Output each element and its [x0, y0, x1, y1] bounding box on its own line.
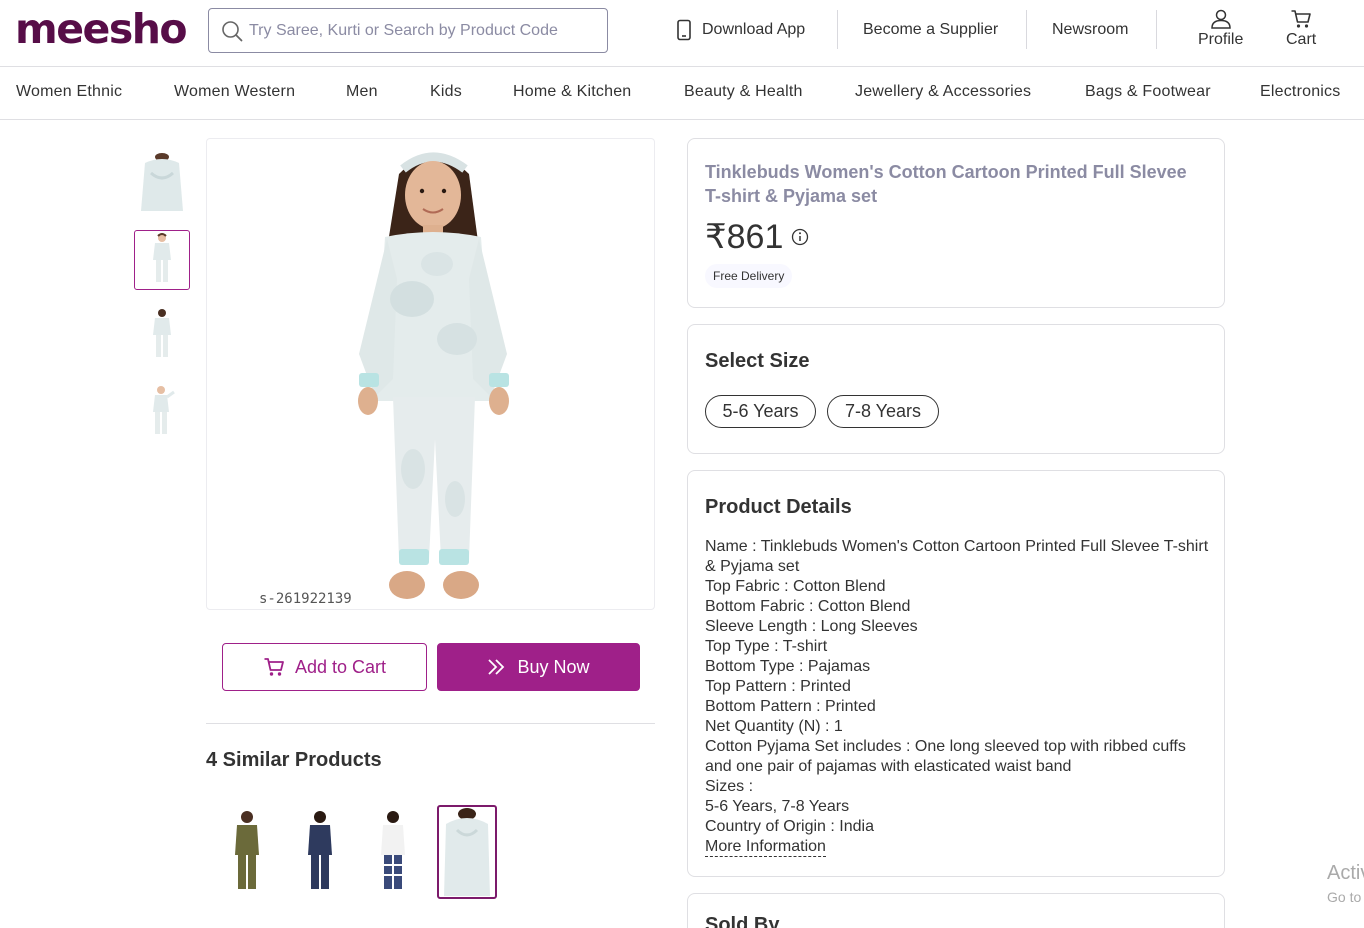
price-value: ₹861 — [705, 218, 784, 256]
newsroom-link[interactable]: Newsroom — [1052, 0, 1128, 60]
product-photo — [358, 152, 509, 599]
product-code-watermark: s-261922139 — [259, 591, 352, 607]
product-thumbnail-image — [141, 153, 183, 211]
similar-product-item[interactable] — [217, 805, 277, 899]
detail-row: Sleeve Length : Long Sleeves — [705, 618, 918, 635]
product-info-card: Tinklebuds Women's Cotton Cartoon Printe… — [687, 138, 1225, 308]
search-box[interactable] — [208, 8, 608, 53]
divider — [206, 723, 655, 724]
similar-product-item[interactable] — [363, 805, 423, 899]
category-women-western[interactable]: Women Western — [174, 83, 295, 101]
category-home-kitchen[interactable]: Home & Kitchen — [513, 83, 631, 101]
product-thumbnail-image — [153, 386, 175, 434]
download-app-link[interactable]: Download App — [676, 0, 805, 60]
add-to-cart-label: Add to Cart — [294, 656, 387, 677]
product-title: Tinklebuds Women's Cotton Cartoon Printe… — [705, 162, 1187, 206]
similar-product-item[interactable] — [290, 805, 350, 899]
windows-activation-watermark: Activ — [1327, 862, 1364, 884]
detail-row: Bottom Pattern : Printed — [705, 698, 876, 715]
category-beauty-health[interactable]: Beauty & Health — [684, 83, 803, 101]
cart-icon — [1291, 10, 1311, 28]
windows-activation-subtext: Go to — [1327, 889, 1362, 905]
detail-row: Top Fabric : Cotton Blend — [705, 578, 886, 595]
product-details-list: Name : Tinklebuds Women's Cotton Cartoon… — [705, 537, 1215, 857]
category-electronics[interactable]: Electronics — [1260, 83, 1340, 101]
user-icon — [1210, 9, 1231, 29]
category-nav: Women Ethnic Women Western Men Kids Home… — [0, 67, 1364, 120]
meesho-logo[interactable]: meesho — [15, 6, 188, 52]
product-details-title: Product Details — [705, 496, 852, 518]
become-supplier-link[interactable]: Become a Supplier — [863, 0, 998, 60]
product-thumbnail[interactable] — [134, 153, 190, 213]
product-thumbnail[interactable] — [134, 382, 190, 442]
product-details-card: Product Details Name : Tinklebuds Women'… — [687, 470, 1225, 877]
detail-row: Bottom Type : Pajamas — [705, 658, 871, 675]
product-price: ₹861 — [705, 217, 809, 257]
info-icon[interactable] — [791, 228, 809, 246]
profile-label: Profile — [1198, 31, 1244, 48]
product-thumbnail[interactable] — [134, 305, 190, 365]
detail-row: Top Pattern : Printed — [705, 678, 851, 695]
more-information-link[interactable]: More Information — [705, 838, 826, 857]
product-main-image[interactable]: s-261922139 — [206, 138, 655, 610]
header-divider — [1026, 10, 1027, 49]
add-to-cart-button[interactable]: Add to Cart — [222, 643, 427, 691]
header-divider — [837, 10, 838, 49]
select-size-title: Select Size — [705, 350, 810, 372]
similar-product-image — [308, 811, 332, 889]
buy-now-label: Buy Now — [517, 656, 590, 677]
category-bags-footwear[interactable]: Bags & Footwear — [1085, 83, 1211, 101]
category-kids[interactable]: Kids — [430, 83, 462, 101]
sold-by-card: Sold By — [687, 893, 1225, 928]
category-jewellery-accessories[interactable]: Jewellery & Accessories — [855, 83, 1031, 101]
product-thumbnail[interactable] — [134, 230, 190, 290]
double-chevron-icon — [488, 659, 505, 675]
product-thumbnail-image — [153, 233, 171, 282]
sold-by-title: Sold By — [705, 914, 780, 928]
detail-row: Country of Origin : India — [705, 818, 874, 835]
similar-products-title: 4 Similar Products — [206, 749, 382, 771]
similar-product-item-selected[interactable] — [437, 805, 497, 899]
detail-row: Name : Tinklebuds Women's Cotton Cartoon… — [705, 538, 1209, 575]
similar-product-image — [381, 811, 405, 889]
detail-row: Bottom Fabric : Cotton Blend — [705, 598, 911, 615]
buy-now-button[interactable]: Buy Now — [437, 643, 640, 691]
category-women-ethnic[interactable]: Women Ethnic — [16, 83, 122, 101]
free-delivery-badge: Free Delivery — [705, 264, 793, 288]
search-input[interactable] — [249, 21, 579, 40]
category-men[interactable]: Men — [346, 83, 378, 101]
profile-button[interactable]: Profile — [1198, 9, 1243, 49]
detail-row: Cotton Pyjama Set includes : One long sl… — [705, 738, 1186, 775]
product-thumbnail-image — [153, 309, 171, 357]
cart-button[interactable]: Cart — [1286, 9, 1316, 49]
download-app-label: Download App — [702, 21, 806, 38]
similar-product-image — [235, 811, 259, 889]
size-option[interactable]: 7-8 Years — [827, 395, 939, 428]
search-icon — [222, 20, 243, 41]
detail-row: Sizes : — [705, 778, 754, 795]
cart-label: Cart — [1286, 31, 1317, 48]
size-option[interactable]: 5-6 Years — [705, 395, 816, 428]
header-divider — [1156, 10, 1157, 49]
detail-row: Net Quantity (N) : 1 — [705, 718, 843, 735]
detail-row: Top Type : T-shirt — [705, 638, 828, 655]
phone-icon — [677, 19, 691, 41]
similar-product-image — [444, 808, 490, 896]
top-header: meesho Download App Become a Supplier Ne… — [0, 0, 1364, 67]
detail-row: 5-6 Years, 7-8 Years — [705, 798, 850, 815]
cart-icon — [264, 658, 284, 676]
select-size-card: Select Size 5-6 Years 7-8 Years — [687, 324, 1225, 454]
